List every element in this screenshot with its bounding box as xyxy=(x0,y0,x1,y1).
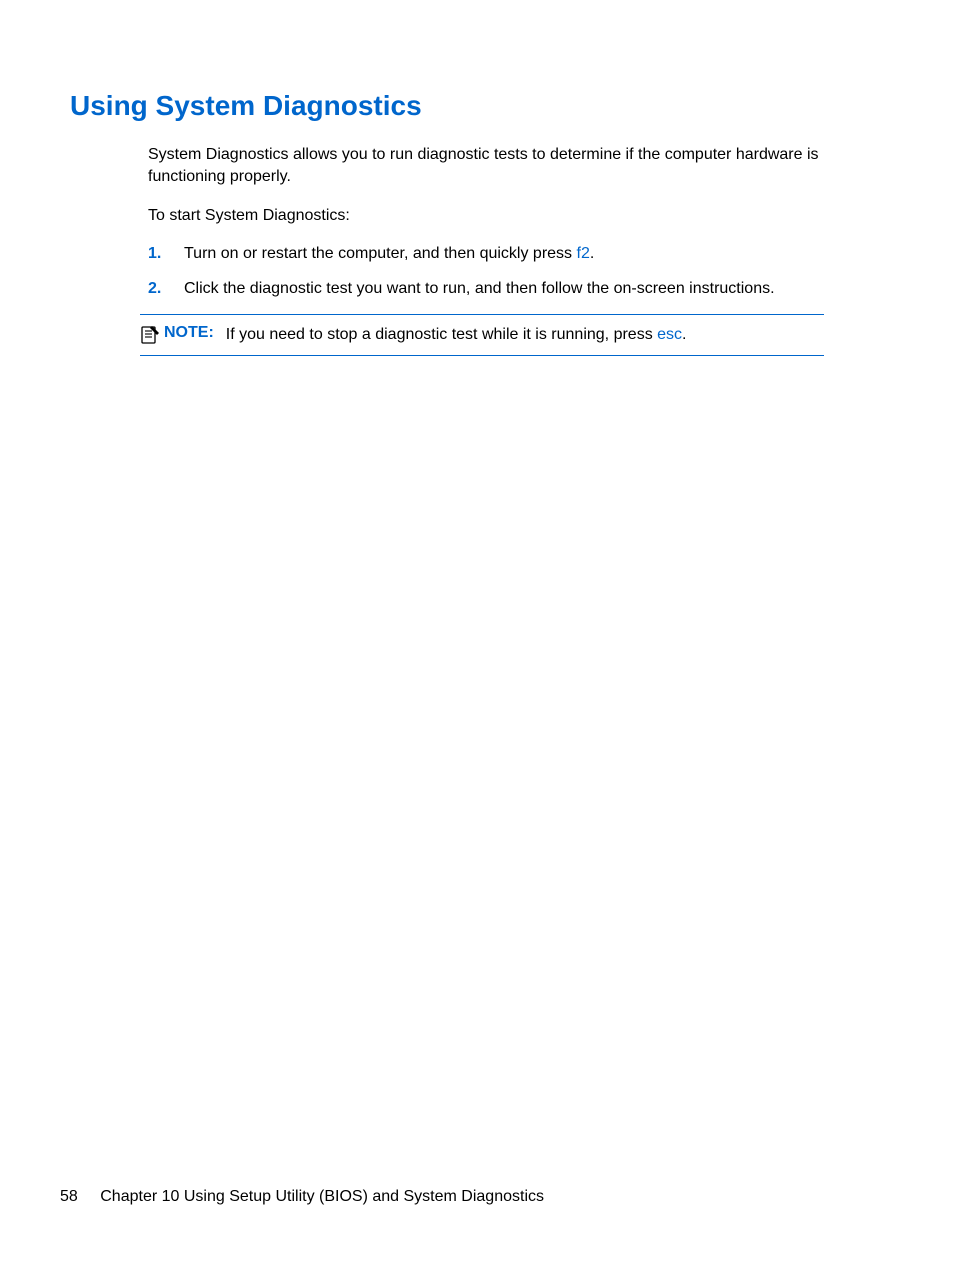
note-text-prefix: If you need to stop a diagnostic test wh… xyxy=(226,326,657,343)
note-text-suffix: . xyxy=(682,326,686,343)
key-f2: f2 xyxy=(577,245,590,262)
step-1: 1. Turn on or restart the computer, and … xyxy=(148,243,824,265)
step-2: 2. Click the diagnostic test you want to… xyxy=(148,278,824,300)
key-esc: esc xyxy=(657,326,682,343)
note-box: NOTE: If you need to stop a diagnostic t… xyxy=(140,314,824,356)
page-content: Using System Diagnostics System Diagnost… xyxy=(0,0,954,356)
body-text: System Diagnostics allows you to run dia… xyxy=(148,144,824,300)
chapter-label: Chapter 10 Using Setup Utility (BIOS) an… xyxy=(100,1188,544,1205)
step-text-prefix: Click the diagnostic test you want to ru… xyxy=(184,280,775,297)
step-number: 2. xyxy=(148,278,184,300)
intro-paragraph: System Diagnostics allows you to run dia… xyxy=(148,144,824,189)
start-label: To start System Diagnostics: xyxy=(148,205,824,227)
note-icon xyxy=(140,324,160,344)
page-number: 58 xyxy=(60,1188,78,1205)
page-footer: 58 Chapter 10 Using Setup Utility (BIOS)… xyxy=(60,1188,544,1206)
step-text: Click the diagnostic test you want to ru… xyxy=(184,278,824,300)
page-heading: Using System Diagnostics xyxy=(70,90,884,122)
note-label: NOTE: xyxy=(164,324,214,342)
step-text: Turn on or restart the computer, and the… xyxy=(184,243,824,265)
step-number: 1. xyxy=(148,243,184,265)
step-text-suffix: . xyxy=(590,245,594,262)
step-text-prefix: Turn on or restart the computer, and the… xyxy=(184,245,577,262)
note-text: If you need to stop a diagnostic test wh… xyxy=(226,324,687,346)
